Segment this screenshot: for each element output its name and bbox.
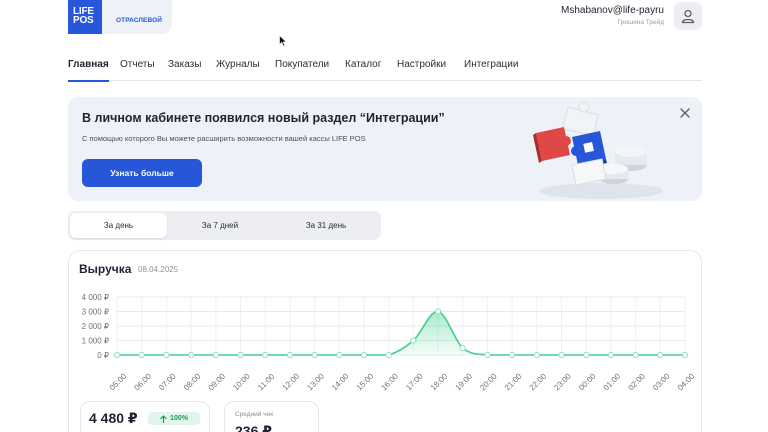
series-area — [117, 311, 685, 355]
nav-item-integrations[interactable]: Интеграции — [464, 59, 518, 81]
x-tick-label: 00:00 — [577, 371, 598, 392]
x-tick-label: 15:00 — [355, 371, 376, 392]
data-point — [484, 351, 491, 359]
x-tick-label: 19:00 — [454, 371, 475, 392]
data-point — [607, 351, 615, 359]
nav-item-settings[interactable]: Настройки — [397, 59, 446, 81]
data-point — [311, 351, 318, 359]
life-pos-logo[interactable]: LIFE POS — [68, 0, 102, 34]
x-tick-label: 18:00 — [429, 371, 450, 392]
x-tick-label: 03:00 — [651, 371, 672, 392]
nav-item-catalog[interactable]: Каталог — [345, 59, 381, 81]
x-tick-label: 08:00 — [182, 371, 203, 392]
avg-check-label: Средний чек — [235, 411, 274, 418]
arrow-up-icon — [160, 414, 167, 423]
data-point — [632, 351, 639, 359]
data-point — [583, 351, 590, 359]
data-point — [262, 351, 269, 359]
y-tick-label: 4 000 ₽ — [82, 293, 109, 302]
x-tick-label: 21:00 — [503, 371, 524, 392]
period-tabs: За день За 7 дней За 31 день — [68, 211, 381, 240]
data-point — [187, 351, 195, 359]
integrations-banner: В личном кабинете появился новый раздел … — [68, 97, 702, 201]
banner-text: С помощью которого Вы можете расширить в… — [82, 134, 366, 143]
logo-line2: POS — [73, 15, 94, 26]
data-point — [286, 351, 293, 359]
data-point — [360, 351, 368, 359]
x-tick-label: 04:00 — [676, 371, 697, 392]
y-tick-label: 1 000 ₽ — [82, 337, 109, 346]
data-point — [434, 308, 442, 315]
nav-item-journals[interactable]: Журналы — [216, 59, 260, 81]
data-point — [385, 351, 392, 359]
data-point — [212, 351, 219, 359]
user-email[interactable]: Mshabanov@life-payru — [561, 5, 664, 16]
revenue-total-value: 4 480 ₽ — [89, 410, 138, 426]
data-point — [509, 351, 516, 359]
user-avatar-button[interactable] — [674, 2, 702, 30]
banner-title: В личном кабинете появился новый раздел … — [82, 111, 445, 125]
tab-period-day[interactable]: За день — [70, 213, 167, 238]
nav-item-customers[interactable]: Покупатели — [275, 59, 329, 81]
x-tick-label: 11:00 — [256, 372, 276, 392]
data-point — [681, 351, 689, 359]
avg-check-value: 236 ₽ — [235, 423, 272, 432]
nav-item-home[interactable]: Главная — [68, 59, 109, 82]
data-point — [163, 351, 170, 359]
user-company: Гришина Трейд — [617, 19, 664, 26]
revenue-change-badge: 100% — [148, 412, 200, 425]
mouse-cursor-icon — [279, 35, 287, 47]
x-tick-label: 20:00 — [478, 371, 499, 392]
x-tick-label: 23:00 — [552, 371, 573, 392]
y-tick-label: 2 000 ₽ — [82, 322, 109, 331]
close-icon[interactable] — [678, 106, 692, 120]
data-point — [459, 344, 466, 352]
data-point — [410, 337, 417, 344]
data-point — [558, 351, 565, 359]
x-tick-label: 10:00 — [231, 371, 252, 392]
data-point — [113, 351, 121, 359]
x-tick-label: 09:00 — [207, 371, 228, 392]
data-point — [138, 351, 145, 359]
tab-period-31-days[interactable]: За 31 день — [273, 213, 379, 238]
x-tick-label: 16:00 — [379, 371, 400, 392]
x-tick-label: 05:00 — [108, 371, 129, 392]
data-point — [533, 351, 540, 359]
x-tick-label: 01:00 — [602, 371, 623, 392]
tab-period-7-days[interactable]: За 7 дней — [170, 213, 270, 238]
data-point — [657, 351, 664, 359]
main-nav: Главная Отчеты Заказы Журналы Покупатели… — [68, 59, 702, 82]
avg-check-card: Средний чек 236 ₽ — [224, 401, 319, 432]
org-label: ОТРАСЛЕВОЙ — [116, 17, 163, 24]
brand-area: LIFE POS ОТРАСЛЕВОЙ — [68, 0, 172, 34]
revenue-total-card: 4 480 ₽ 100% — [80, 401, 210, 432]
nav-item-reports[interactable]: Отчеты — [120, 59, 155, 81]
x-tick-label: 06:00 — [132, 371, 153, 392]
x-tick-label: 12:00 — [281, 371, 302, 392]
data-point — [336, 351, 343, 359]
nav-item-orders[interactable]: Заказы — [168, 59, 201, 81]
data-point — [237, 351, 244, 359]
user-icon — [681, 9, 695, 24]
x-tick-label: 14:00 — [330, 371, 351, 392]
x-tick-label: 13:00 — [305, 371, 326, 392]
x-tick-label: 07:00 — [157, 371, 178, 392]
learn-more-button[interactable]: Узнать больше — [82, 159, 202, 187]
series-line — [116, 310, 685, 356]
y-tick-label: 3 000 ₽ — [82, 308, 109, 317]
puzzle-illustration-icon — [533, 101, 663, 199]
x-tick-label: 02:00 — [626, 371, 647, 392]
y-tick-label: 0 ₽ — [97, 351, 109, 360]
x-tick-label: 22:00 — [528, 371, 549, 392]
revenue-chart: 4 000 ₽ 3 000 ₽ 2 000 ₽ 1 000 ₽ 0 ₽ 05:00 06:0… — [82, 293, 697, 392]
x-tick-label: 17:00 — [404, 371, 425, 392]
revenue-change-value: 100% — [170, 415, 188, 422]
